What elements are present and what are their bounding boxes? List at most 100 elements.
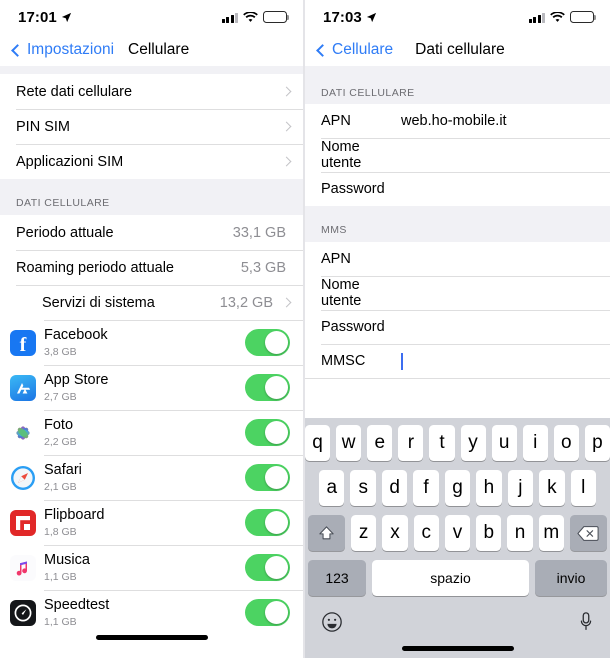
- safari-icon: [10, 464, 36, 491]
- section-header-dati-cellulare: DATI CELLULARE: [305, 74, 610, 104]
- app-name: Facebook: [44, 327, 108, 344]
- field-row-apn-mms[interactable]: APN: [305, 242, 610, 276]
- key-m[interactable]: m: [538, 515, 564, 551]
- app-row-musica[interactable]: Musica 1,1 GB: [0, 545, 303, 590]
- app-row-foto[interactable]: Foto 2,2 GB: [0, 410, 303, 455]
- facebook-icon: f: [10, 329, 36, 356]
- mms-fields-group: APN Nome utente Password MMSC: [305, 242, 610, 378]
- field-row-nome-utente-mms[interactable]: Nome utente: [305, 276, 610, 310]
- shift-icon[interactable]: [308, 515, 346, 551]
- key-b[interactable]: b: [476, 515, 502, 551]
- chevron-right-icon: [281, 86, 292, 97]
- list-item-label: Periodo attuale: [16, 224, 114, 241]
- app-row-facebook[interactable]: f Facebook 3,8 GB: [0, 320, 303, 365]
- toggle-switch-app-store[interactable]: [245, 374, 290, 401]
- app-row-safari[interactable]: Safari 2,1 GB: [0, 455, 303, 500]
- app-name: Flipboard: [44, 507, 105, 524]
- app-info: Safari 2,1 GB: [44, 462, 245, 493]
- status-bar: 17:03: [305, 0, 610, 34]
- key-l[interactable]: l: [570, 470, 596, 506]
- key-t[interactable]: t: [429, 425, 455, 461]
- list-item-pin-sim[interactable]: PIN SIM: [0, 109, 303, 144]
- app-data-size: 3,8 GB: [44, 345, 77, 358]
- app-row-app-store[interactable]: App Store 2,7 GB: [0, 365, 303, 410]
- location-arrow-icon: [61, 12, 72, 23]
- key-w[interactable]: w: [336, 425, 362, 461]
- key-d[interactable]: d: [381, 470, 408, 506]
- chevron-right-icon: [281, 156, 292, 167]
- list-item-applicazioni-sim[interactable]: Applicazioni SIM: [0, 144, 303, 179]
- chevron-left-icon: [11, 43, 24, 57]
- backspace-icon[interactable]: [569, 515, 607, 551]
- key-y[interactable]: y: [460, 425, 486, 461]
- music-icon: [10, 554, 36, 581]
- field-row-password-data[interactable]: Password: [305, 172, 610, 206]
- toggle-switch-speedtest[interactable]: [245, 599, 290, 626]
- back-button-cellulare[interactable]: Cellulare: [316, 41, 393, 59]
- toggle-switch-facebook[interactable]: [245, 329, 290, 356]
- navigation-bar: Cellulare Dati cellulare: [305, 34, 610, 66]
- apn-input[interactable]: web.ho-mobile.it: [401, 113, 507, 129]
- toggle-switch-safari[interactable]: [245, 464, 290, 491]
- app-name: Safari: [44, 462, 82, 479]
- list-item-periodo-attuale[interactable]: Periodo attuale 33,1 GB: [0, 215, 303, 250]
- key-f[interactable]: f: [413, 470, 439, 506]
- section-gap: [305, 66, 610, 74]
- key-g[interactable]: g: [444, 470, 471, 506]
- app-row-speedtest[interactable]: Speedtest 1,1 GB: [0, 590, 303, 635]
- microphone-icon[interactable]: [578, 611, 594, 633]
- key-j[interactable]: j: [507, 470, 534, 506]
- list-item-servizi-di-sistema[interactable]: Servizi di sistema 13,2 GB: [0, 285, 303, 320]
- status-bar: 17:01: [0, 0, 303, 34]
- toggle-switch-musica[interactable]: [245, 554, 290, 581]
- app-data-size: 1,1 GB: [44, 615, 77, 628]
- key-k[interactable]: k: [539, 470, 565, 506]
- chevron-left-icon: [316, 43, 329, 57]
- field-label: MMSC: [321, 353, 366, 369]
- key-e[interactable]: e: [367, 425, 393, 461]
- key-r[interactable]: r: [398, 425, 424, 461]
- key-q[interactable]: q: [305, 425, 331, 461]
- key-z[interactable]: z: [351, 515, 377, 551]
- section-header-dati-cellulare: DATI CELLULARE: [0, 179, 303, 215]
- app-store-icon: [10, 374, 36, 401]
- status-bar-time: 17:01: [18, 8, 57, 26]
- battery-icon: [570, 11, 597, 23]
- field-row-apn-data[interactable]: APN web.ho-mobile.it: [305, 104, 610, 138]
- key-o[interactable]: o: [553, 425, 579, 461]
- key-a[interactable]: a: [319, 470, 345, 506]
- key-c[interactable]: c: [413, 515, 439, 551]
- return-key[interactable]: invio: [535, 560, 607, 596]
- key-v[interactable]: v: [444, 515, 471, 551]
- key-i[interactable]: i: [522, 425, 548, 461]
- home-indicator[interactable]: [401, 646, 514, 651]
- toggle-switch-foto[interactable]: [245, 419, 290, 446]
- emoji-icon[interactable]: [321, 611, 343, 633]
- status-bar-time: 17:03: [323, 8, 362, 26]
- home-indicator[interactable]: [95, 635, 208, 640]
- key-h[interactable]: h: [476, 470, 502, 506]
- key-n[interactable]: n: [507, 515, 533, 551]
- back-button-settings[interactable]: Impostazioni: [11, 41, 115, 59]
- field-label: Nome utente: [321, 277, 362, 309]
- app-data-size: 2,2 GB: [44, 435, 77, 448]
- toggle-switch-flipboard[interactable]: [245, 509, 290, 536]
- numeric-key[interactable]: 123: [308, 560, 366, 596]
- field-row-password-mms[interactable]: Password: [305, 310, 610, 344]
- back-button-label: Impostazioni: [27, 41, 115, 58]
- field-label: APN: [321, 113, 351, 129]
- field-row-nome-utente-data[interactable]: Nome utente: [305, 138, 610, 172]
- field-label: Password: [321, 319, 385, 335]
- key-p[interactable]: p: [584, 425, 610, 461]
- app-info: Speedtest 1,1 GB: [44, 597, 245, 628]
- space-key[interactable]: spazio: [372, 560, 529, 596]
- list-item-roaming-periodo-attuale[interactable]: Roaming periodo attuale 5,3 GB: [0, 250, 303, 285]
- list-item-label: PIN SIM: [16, 118, 70, 135]
- battery-icon: [263, 11, 290, 23]
- app-row-flipboard[interactable]: Flipboard 1,8 GB: [0, 500, 303, 545]
- field-row-mmsc[interactable]: MMSC: [305, 344, 610, 378]
- key-x[interactable]: x: [382, 515, 408, 551]
- list-item-rete-dati-cellulare[interactable]: Rete dati cellulare: [0, 74, 303, 109]
- key-u[interactable]: u: [491, 425, 517, 461]
- key-s[interactable]: s: [350, 470, 376, 506]
